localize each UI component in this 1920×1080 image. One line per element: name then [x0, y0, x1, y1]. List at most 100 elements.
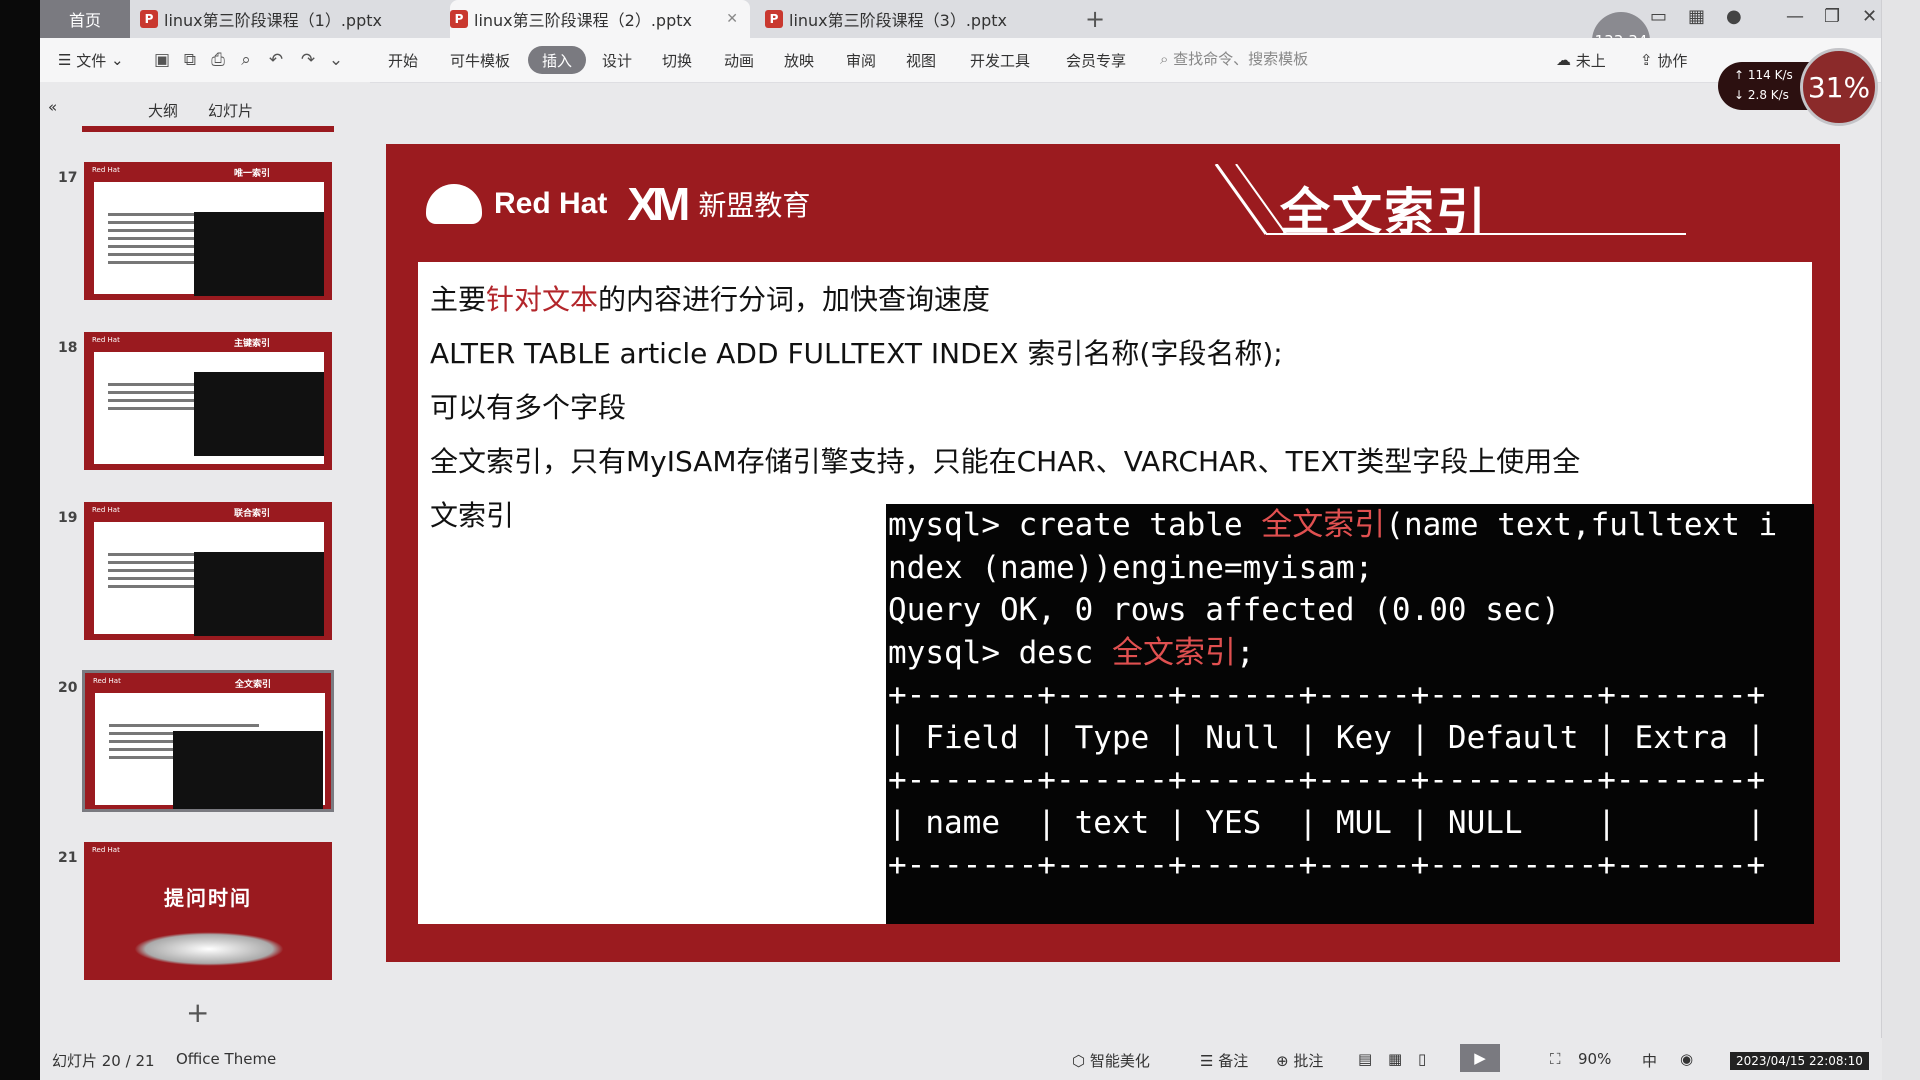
tab-document-3[interactable]: P linux第三阶段课程（3）.pptx: [765, 0, 1065, 38]
thumbnail-terminal: [173, 731, 323, 809]
collaborate-button[interactable]: ⇪ 协作: [1640, 38, 1687, 82]
add-slide-button[interactable]: +: [186, 996, 209, 1029]
menu-templates[interactable]: 可牛模板: [450, 38, 510, 82]
thumbnail-big-title: 提问时间: [164, 886, 252, 910]
tab-outline[interactable]: 大纲: [148, 100, 178, 121]
save-icon[interactable]: ▣: [152, 50, 172, 70]
avatar[interactable]: ●: [1726, 6, 1742, 27]
tab-document-1[interactable]: P linux第三阶段课程（1）.pptx: [140, 0, 440, 38]
slide-canvas[interactable]: Red Hat XM 新盟教育 全文索引 主要针对文本的内容进行分词，加快查询速…: [386, 144, 1840, 962]
undo-icon[interactable]: ↶: [266, 50, 286, 70]
thumbnail-16-edge: [82, 126, 334, 132]
menu-developer[interactable]: 开发工具: [970, 38, 1030, 82]
slide-thumbnail-pane: « 大纲 幻灯片 17 Red Hat 唯一索引 18 Red Hat 主键索引…: [40, 82, 370, 1038]
thumbnail-number: 21: [58, 850, 78, 866]
datetime: 2023/04/15 22:08:10: [1730, 1052, 1869, 1070]
cloud-sync-button[interactable]: ☁ 未上: [1556, 38, 1606, 82]
customize-icon[interactable]: ⌄: [326, 50, 346, 70]
notes-label: 备注: [1218, 1052, 1249, 1070]
close-window-icon[interactable]: ✕: [1862, 6, 1877, 27]
menu-slideshow[interactable]: 放映: [784, 38, 814, 82]
comment-button[interactable]: ⊕ 批注: [1276, 1050, 1323, 1071]
thumbnail-slide-19[interactable]: Red Hat 联合索引: [82, 500, 334, 642]
normal-view-icon[interactable]: ▤: [1358, 1050, 1372, 1068]
menu-view[interactable]: 视图: [906, 38, 936, 82]
terminal-line: +-------+------+------+-----+---------+-…: [888, 847, 1766, 883]
fit-window-icon[interactable]: ⛶: [1550, 1050, 1561, 1068]
menu-transition[interactable]: 切换: [662, 38, 692, 82]
terminal-text: ;: [1235, 634, 1255, 671]
apps-grid-icon[interactable]: ▦: [1688, 6, 1705, 27]
new-tab-button[interactable]: +: [1085, 5, 1105, 33]
pptx-icon: P: [765, 10, 783, 28]
upload-speed: ↑ 114 K/s: [1734, 68, 1793, 82]
collapse-icon[interactable]: «: [48, 98, 57, 116]
terminal-line: mysql> desc 全文索引;: [888, 632, 1814, 675]
ime-indicator[interactable]: 中: [1642, 1050, 1657, 1071]
thumbnail-slide-18[interactable]: Red Hat 主键索引: [82, 330, 334, 472]
share-icon: ⇪: [1640, 51, 1658, 69]
xinmeng-logo-icon: XM: [627, 178, 690, 230]
terminal-text-red: 全文索引: [1261, 507, 1386, 543]
thumbnail-title: 主键索引: [234, 339, 271, 349]
cloud-sync-label: 未上: [1575, 51, 1606, 70]
file-menu[interactable]: ☰ 文件 ⌄: [58, 38, 124, 82]
sorter-view-icon[interactable]: ▦: [1388, 1050, 1402, 1068]
export-icon[interactable]: ⧉: [180, 50, 200, 70]
thumbnail-terminal: [194, 212, 324, 296]
command-search[interactable]: ⌕ 查找命令、搜索模板: [1160, 48, 1308, 69]
zoom-level[interactable]: 90%: [1578, 1050, 1611, 1068]
tab-slides[interactable]: 幻灯片: [208, 100, 253, 121]
status-bar: 幻灯片 20 / 21 Office Theme ⬡ 智能美化 ☰ 备注 ⊕ 批…: [40, 1038, 1882, 1080]
thumbnail-number: 19: [58, 510, 78, 526]
tab-document-2[interactable]: P linux第三阶段课程（2）.pptx ✕: [450, 0, 750, 38]
beautify-icon: ⬡: [1072, 1052, 1090, 1070]
close-tab-icon[interactable]: ✕: [726, 11, 738, 27]
terminal-text-red: 全文索引: [1111, 634, 1236, 671]
slide-title: 全文索引: [1280, 183, 1488, 241]
text-line-1-b: 的内容进行分词，加快查询速度: [598, 283, 991, 316]
xinmeng-logo-text: 新盟教育: [698, 189, 811, 222]
menu-review[interactable]: 审阅: [846, 38, 876, 82]
network-speed-widget: ↑ 114 K/s ↓ 2.8 K/s 31%: [1718, 48, 1878, 126]
redhat-logo-text: Red Hat: [494, 187, 608, 220]
menu-design[interactable]: 设计: [602, 38, 632, 82]
ribbon-toolbar: ☰ 文件 ⌄ ▣ ⧉ ⎙ ⌕ ↶ ↷ ⌄ 开始 可牛模板 插入 设计 切换 动画…: [40, 38, 1882, 83]
slide-counter: 幻灯片 20 / 21: [52, 1052, 155, 1070]
text-line-2: ALTER TABLE article ADD FULLTEXT INDEX 索…: [430, 337, 1283, 370]
layout-icon[interactable]: ▭: [1650, 6, 1667, 27]
cloud-icon: ☁: [1556, 51, 1576, 69]
menu-membership[interactable]: 会员专享: [1066, 38, 1126, 82]
left-black-strip: [0, 0, 40, 1080]
smart-beautify-button[interactable]: ⬡ 智能美化: [1072, 1050, 1150, 1071]
redo-icon[interactable]: ↷: [298, 50, 318, 70]
terminal-line: | Field | Type | Null | Key | Default | …: [888, 719, 1766, 756]
menu-animation[interactable]: 动画: [724, 38, 754, 82]
pptx-icon: P: [450, 10, 468, 28]
restore-icon[interactable]: ❐: [1824, 6, 1840, 27]
preview-icon[interactable]: ⌕: [236, 50, 256, 70]
mic-icon[interactable]: ◉: [1680, 1050, 1693, 1068]
thumbnail-brand: Red Hat: [92, 166, 120, 174]
print-icon[interactable]: ⎙: [208, 50, 228, 70]
thumbnail-brand: Red Hat: [92, 336, 120, 344]
minimize-icon[interactable]: —: [1786, 6, 1804, 27]
thumbnail-slide-20[interactable]: Red Hat 全文索引: [82, 670, 334, 812]
thumbnail-slide-21[interactable]: Red Hat 提问时间: [82, 840, 334, 982]
theme-name: Office Theme: [176, 1050, 277, 1068]
thumbnail-slide-17[interactable]: Red Hat 唯一索引: [82, 160, 334, 302]
menu-insert[interactable]: 插入: [528, 46, 587, 74]
notes-button[interactable]: ☰ 备注: [1200, 1050, 1248, 1071]
file-menu-label: 文件: [76, 51, 107, 70]
thumbnail-terminal: [194, 372, 324, 456]
reading-view-icon[interactable]: ▯: [1418, 1050, 1426, 1068]
text-line-5: 文索引: [430, 499, 515, 532]
tab-home[interactable]: 首页: [40, 0, 130, 38]
text-line-3: 可以有多个字段: [430, 391, 627, 424]
cpu-usage: 31%: [1800, 48, 1878, 126]
thumbnail-title: 联合索引: [234, 509, 271, 519]
menu-start[interactable]: 开始: [388, 38, 418, 82]
collaborate-label: 协作: [1657, 51, 1688, 70]
play-slideshow-icon[interactable]: ▶: [1460, 1044, 1500, 1072]
search-placeholder: 查找命令、搜索模板: [1173, 50, 1309, 68]
